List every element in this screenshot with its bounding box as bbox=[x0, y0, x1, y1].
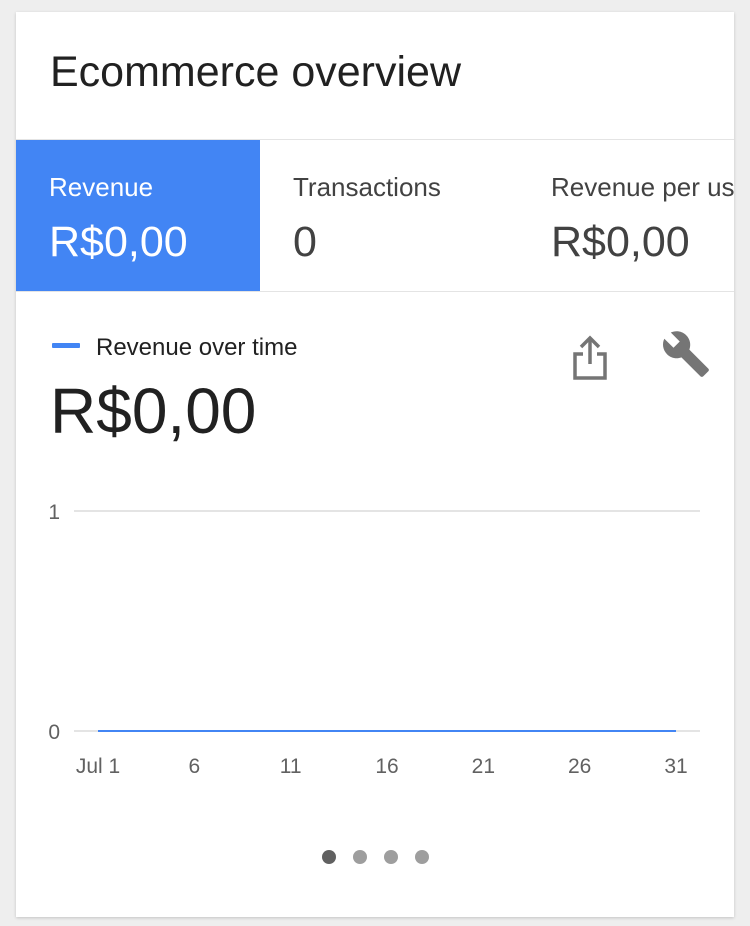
legend-swatch bbox=[52, 342, 80, 348]
total-value: R$0,00 bbox=[50, 375, 257, 447]
chart-svg: 0 1 Jul 1 6 11 16 21 26 31 bbox=[48, 501, 700, 778]
revenue-chart: 0 1 Jul 1 6 11 16 21 26 31 bbox=[16, 482, 734, 802]
wrench-icon bbox=[662, 331, 709, 377]
pagination-dot[interactable] bbox=[414, 850, 429, 864]
y-tick-label: 0 bbox=[48, 721, 60, 744]
metric-tabs: Revenue R$0,00 Transactions 0 Revenue pe… bbox=[16, 139, 734, 292]
card-title: Ecommerce overview bbox=[50, 48, 461, 96]
share-icon bbox=[573, 335, 607, 380]
ecommerce-overview-card: Ecommerce overview Revenue R$0,00 Transa… bbox=[16, 12, 734, 917]
pagination-dots bbox=[16, 850, 734, 864]
x-tick-label: Jul 1 bbox=[76, 755, 120, 778]
x-tick-label: 26 bbox=[568, 755, 591, 778]
metric-tab-transactions[interactable]: Transactions 0 bbox=[260, 140, 518, 291]
metric-value: 0 bbox=[293, 218, 317, 266]
y-tick-label: 1 bbox=[48, 501, 60, 524]
x-tick-label: 21 bbox=[472, 755, 495, 778]
metric-tab-revenue-per-user[interactable]: Revenue per us R$0,00 bbox=[518, 140, 734, 291]
pagination-dot[interactable] bbox=[352, 850, 367, 864]
x-tick-label: 16 bbox=[375, 755, 398, 778]
legend-label: Revenue over time bbox=[96, 334, 298, 361]
metric-value: R$0,00 bbox=[49, 218, 188, 266]
share-button[interactable] bbox=[562, 330, 618, 386]
settings-button[interactable] bbox=[658, 326, 714, 382]
x-tick-label: 6 bbox=[188, 755, 200, 778]
metric-label: Revenue per us bbox=[551, 172, 734, 202]
metric-value: R$0,00 bbox=[551, 218, 690, 266]
pagination-dot[interactable] bbox=[383, 850, 398, 864]
x-tick-label: 31 bbox=[664, 755, 687, 778]
chart-legend: Revenue over time bbox=[52, 334, 297, 362]
metric-label: Transactions bbox=[293, 172, 441, 202]
metric-tab-revenue[interactable]: Revenue R$0,00 bbox=[16, 140, 260, 291]
pagination-dot[interactable] bbox=[321, 850, 336, 864]
metric-label: Revenue bbox=[49, 172, 154, 202]
x-tick-label: 11 bbox=[280, 755, 302, 778]
